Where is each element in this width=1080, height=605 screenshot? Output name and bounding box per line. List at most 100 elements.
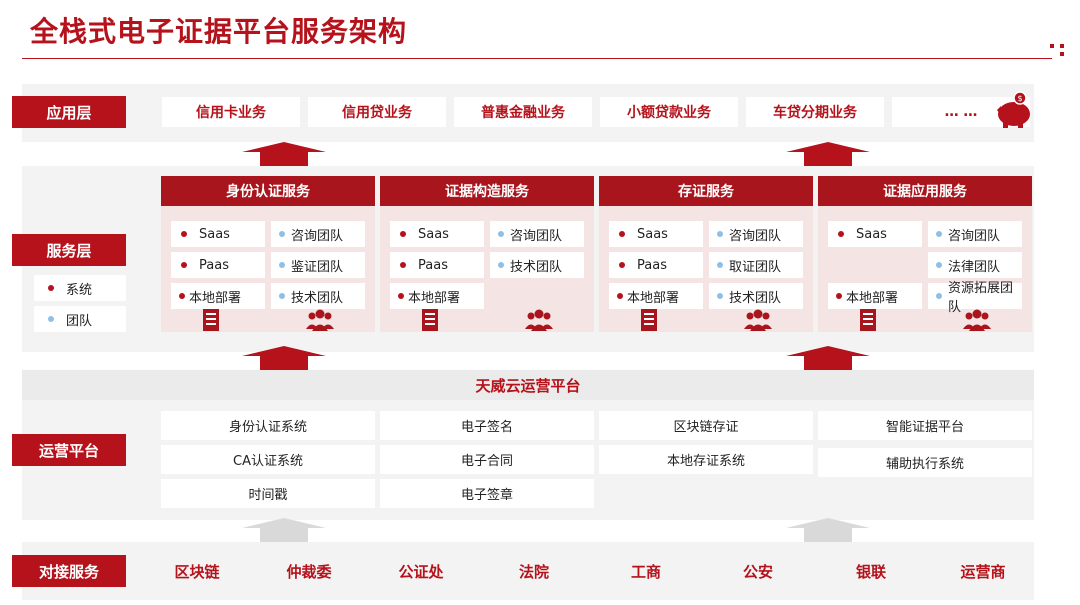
system-dot-icon [181, 231, 187, 237]
ops-system-item: CA认证系统 [161, 445, 375, 474]
system-pill: Saas [171, 221, 265, 247]
team-icon [743, 309, 773, 331]
partner-item: 银联 [855, 562, 886, 581]
svg-text:$: $ [1017, 94, 1022, 103]
team-label: 鉴证团队 [291, 259, 344, 275]
team-pill: 取证团队 [709, 252, 803, 278]
team-dot-icon [936, 293, 942, 299]
system-dot-icon [617, 293, 623, 299]
partner-item: 公安 [742, 562, 773, 581]
team-pill: 咨询团队 [709, 221, 803, 247]
team-pill: 咨询团队 [928, 221, 1022, 247]
system-label: Saas [856, 226, 887, 242]
team-label: 咨询团队 [510, 228, 563, 244]
system-pill: Paas [609, 252, 703, 278]
team-dot-icon [48, 316, 54, 322]
legend-team: 团队 [34, 306, 126, 332]
system-label: Saas [199, 226, 230, 242]
system-dot-icon [400, 262, 406, 268]
system-label: 本地部署 [627, 290, 680, 306]
system-pill: Paas [390, 252, 484, 278]
ops-system-item: 电子签名 [380, 411, 594, 440]
system-dot-icon [398, 293, 404, 299]
system-dot-icon [181, 262, 187, 268]
legend-system: 系统 [34, 275, 126, 301]
team-icon [524, 309, 554, 331]
ops-system-item: 身份认证系统 [161, 411, 375, 440]
team-pill: 技术团队 [271, 283, 365, 309]
app-item: 小额贷款业务 [600, 97, 738, 127]
team-label: 技术团队 [291, 290, 344, 306]
team-dot-icon [279, 231, 285, 237]
partners-label: 对接服务 [12, 555, 126, 587]
ops-system-item: 辅助执行系统 [818, 448, 1032, 477]
system-pill: Saas [828, 221, 922, 247]
app-item: 普惠金融业务 [454, 97, 592, 127]
app-item: 车贷分期业务 [746, 97, 884, 127]
system-dot-icon [838, 231, 844, 237]
team-pill: 资源拓展团队 [928, 281, 1022, 315]
team-label: 取证团队 [729, 259, 782, 275]
system-dot-icon [836, 293, 842, 299]
partner-item: 区块链 [174, 562, 220, 581]
team-label: 咨询团队 [729, 228, 782, 244]
service-layer-label: 服务层 [12, 234, 126, 266]
server-icon [422, 309, 438, 331]
team-pill: 技术团队 [490, 252, 584, 278]
team-dot-icon [717, 262, 723, 268]
team-dot-icon [717, 231, 723, 237]
system-label: Saas [418, 226, 449, 242]
partner-item: 运营商 [960, 562, 1006, 581]
team-label: 技术团队 [510, 259, 563, 275]
ops-system-item: 电子签章 [380, 479, 594, 508]
up-arrow-icon [242, 346, 326, 370]
system-dot-icon [400, 231, 406, 237]
ops-system-item: 本地存证系统 [599, 445, 813, 474]
server-icon [641, 309, 657, 331]
team-pill: 鉴证团队 [271, 252, 365, 278]
team-dot-icon [279, 262, 285, 268]
partner-item: 公证处 [398, 562, 444, 581]
team-dot-icon [498, 262, 504, 268]
system-dot-icon [619, 231, 625, 237]
ops-system-item: 智能证据平台 [818, 411, 1032, 440]
team-pill: 咨询团队 [271, 221, 365, 247]
team-pill: 咨询团队 [490, 221, 584, 247]
title-divider [22, 58, 1052, 59]
partner-item: 法院 [518, 562, 549, 581]
app-item: 信用贷业务 [308, 97, 446, 127]
up-arrow-icon [786, 518, 870, 542]
up-arrow-icon [242, 518, 326, 542]
up-arrow-icon [242, 142, 326, 166]
team-label: 咨询团队 [291, 228, 344, 244]
team-icon [305, 309, 335, 331]
piggy-bank-icon: $ [992, 88, 1036, 132]
team-label: 技术团队 [729, 290, 782, 306]
team-dot-icon [936, 262, 942, 268]
server-icon [860, 309, 876, 331]
app-layer-label: 应用层 [12, 96, 126, 128]
system-label: Paas [418, 257, 448, 273]
page-title: 全栈式电子证据平台服务架构 [30, 15, 408, 48]
team-pill: 技术团队 [709, 283, 803, 309]
system-label: Saas [637, 226, 668, 242]
system-pill: 本地部署 [390, 283, 484, 309]
system-label: 本地部署 [846, 290, 899, 306]
team-label: 咨询团队 [948, 228, 1001, 244]
system-pill: Saas [390, 221, 484, 247]
service-column-title: 证据应用服务 [818, 176, 1032, 206]
partner-item: 仲裁委 [286, 562, 332, 581]
service-column-title: 存证服务 [599, 176, 813, 206]
partner-item: 工商 [630, 562, 661, 581]
system-label: Paas [637, 257, 667, 273]
up-arrow-icon [786, 142, 870, 166]
server-icon [203, 309, 219, 331]
team-label: 法律团队 [948, 259, 1001, 275]
corner-decoration-icon [1048, 42, 1068, 58]
system-pill: Paas [171, 252, 265, 278]
team-dot-icon [717, 293, 723, 299]
system-pill: 本地部署 [171, 283, 265, 309]
system-dot-icon [48, 285, 54, 291]
ops-system-item: 电子合同 [380, 445, 594, 474]
team-icon [962, 309, 992, 331]
